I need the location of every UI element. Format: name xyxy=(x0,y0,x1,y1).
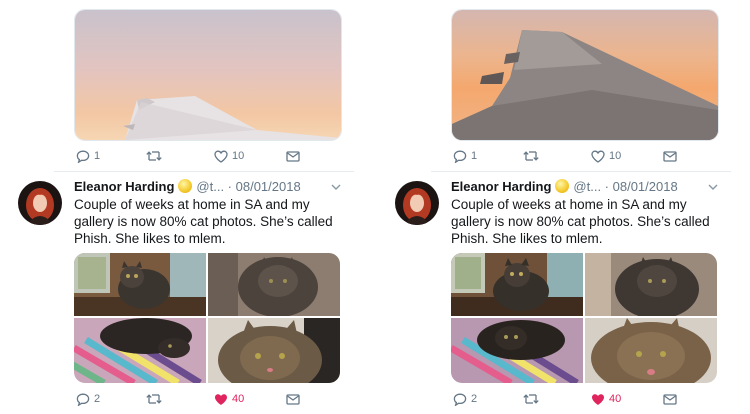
like-count: 40 xyxy=(232,393,245,405)
like-button[interactable]: 40 xyxy=(591,393,621,406)
like-icon xyxy=(592,393,604,405)
reply-button[interactable]: 2 xyxy=(76,393,100,406)
tweet-divider xyxy=(431,171,731,172)
cat-photo-blanket[interactable] xyxy=(451,318,583,383)
direct-message-icon xyxy=(663,393,677,405)
reply-button[interactable]: 1 xyxy=(453,150,477,163)
tweet-text: Couple of weeks at home in SA and my gal… xyxy=(451,197,710,246)
retweet-button[interactable] xyxy=(146,393,162,405)
like-button[interactable]: 10 xyxy=(214,150,244,163)
sun-emoji-icon xyxy=(178,179,193,193)
direct-message-button[interactable] xyxy=(286,150,300,162)
cat-photo-window[interactable] xyxy=(74,253,206,316)
reply-count: 1 xyxy=(471,150,478,162)
avatar[interactable] xyxy=(395,181,439,225)
tweet-actions: 2 40 xyxy=(74,390,314,408)
like-count: 10 xyxy=(232,150,245,162)
like-icon xyxy=(214,150,228,163)
tweet-divider xyxy=(54,171,354,172)
retweet-button[interactable] xyxy=(146,150,162,162)
tweet-header: Eleanor Harding @t... · 08/01/2018 xyxy=(451,179,678,194)
previous-tweet-actions: 1 10 xyxy=(74,147,314,165)
direct-message-icon xyxy=(286,393,300,405)
tweet-header: Eleanor Harding @t... · 08/01/2018 xyxy=(74,179,301,194)
reply-icon xyxy=(76,393,90,406)
handle-and-date[interactable]: @t... · 08/01/2018 xyxy=(196,179,300,194)
cat-photo-mlem[interactable] xyxy=(585,318,717,383)
cat-photo-closeup[interactable] xyxy=(585,253,717,316)
retweet-icon xyxy=(146,394,162,404)
chevron-down-icon[interactable] xyxy=(330,182,342,192)
cat-photo-window[interactable] xyxy=(451,253,583,316)
avatar[interactable] xyxy=(18,181,62,225)
retweet-icon xyxy=(523,394,539,404)
cat-photo-closeup[interactable] xyxy=(208,253,340,316)
sunset-wing-photo[interactable] xyxy=(451,9,719,141)
sun-emoji-icon xyxy=(555,179,570,193)
direct-message-icon xyxy=(286,150,300,162)
direct-message-button[interactable] xyxy=(286,393,300,405)
reply-icon xyxy=(453,393,467,406)
handle-and-date[interactable]: @t... · 08/01/2018 xyxy=(573,179,677,194)
cat-photo-mlem[interactable] xyxy=(208,318,340,383)
sunset-wing-photo[interactable] xyxy=(74,9,342,141)
reply-count: 2 xyxy=(471,393,478,405)
direct-message-button[interactable] xyxy=(663,393,677,405)
cat-photo-blanket[interactable] xyxy=(74,318,206,383)
tweet-actions: 2 40 xyxy=(451,390,691,408)
display-name[interactable]: Eleanor Harding xyxy=(451,179,551,194)
retweet-button[interactable] xyxy=(523,393,539,405)
reply-button[interactable]: 2 xyxy=(453,393,477,406)
left-panel: 1 10 Eleanor Harding @t... · 08/01/2018 … xyxy=(18,0,354,414)
photo-grid xyxy=(451,253,717,383)
reply-button[interactable]: 1 xyxy=(76,150,100,163)
chevron-down-icon[interactable] xyxy=(707,182,719,192)
previous-tweet-actions: 1 10 xyxy=(451,147,691,165)
like-button[interactable]: 10 xyxy=(591,150,621,163)
retweet-button[interactable] xyxy=(523,150,539,162)
reply-count: 2 xyxy=(94,393,101,405)
right-panel: 1 10 Eleanor Harding @t... · 08/01/2018 … xyxy=(395,0,731,414)
direct-message-icon xyxy=(663,150,677,162)
tweet-text: Couple of weeks at home in SA and my gal… xyxy=(74,197,333,246)
like-icon xyxy=(215,393,227,405)
like-icon xyxy=(591,150,605,163)
reply-count: 1 xyxy=(94,150,101,162)
direct-message-button[interactable] xyxy=(663,150,677,162)
like-count: 10 xyxy=(609,150,622,162)
reply-icon xyxy=(76,150,90,163)
retweet-icon xyxy=(146,151,162,161)
like-count: 40 xyxy=(609,393,622,405)
reply-icon xyxy=(453,150,467,163)
retweet-icon xyxy=(523,151,539,161)
comparison-stage: 1 10 Eleanor Harding @t... · 08/01/2018 … xyxy=(0,0,750,414)
display-name[interactable]: Eleanor Harding xyxy=(74,179,174,194)
like-button[interactable]: 40 xyxy=(214,393,244,406)
photo-grid xyxy=(74,253,340,383)
